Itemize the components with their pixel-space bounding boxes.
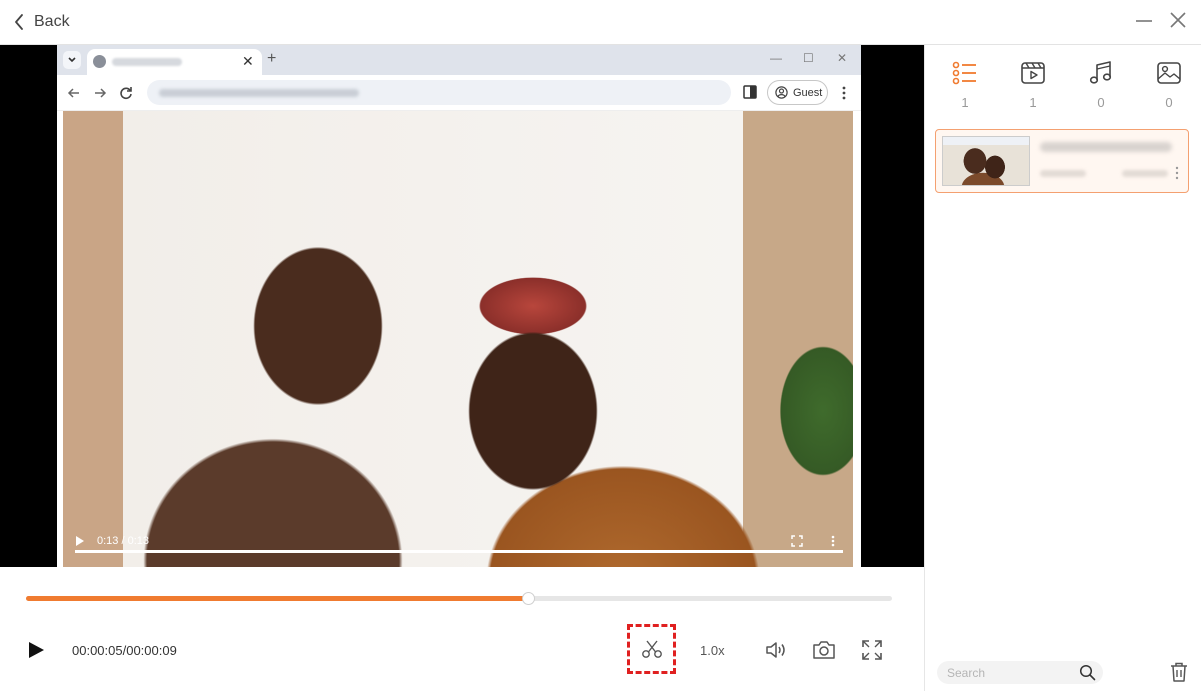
browser-reload-icon — [120, 87, 132, 100]
embedded-play-icon — [76, 536, 84, 546]
side-panel-icon — [743, 85, 757, 99]
embedded-more-icon — [831, 535, 835, 547]
browser-guest-label: Guest — [793, 86, 823, 99]
search-box — [937, 661, 1103, 684]
back-button[interactable]: Back — [14, 10, 70, 34]
browser-forward-icon — [95, 88, 107, 98]
video-viewport[interactable]: ✕ + — ☐ ✕ Guest 0:13 / 0:13 — [0, 45, 924, 567]
media-file-size-blurred — [1122, 170, 1168, 177]
embedded-scrub-bar — [75, 550, 843, 553]
tab-close-icon: ✕ — [242, 53, 254, 69]
play-button[interactable] — [26, 640, 46, 660]
browser-close-icon: ✕ — [837, 51, 848, 65]
category-video-count: 1 — [1029, 95, 1037, 110]
browser-tab-bar: ✕ + — ☐ ✕ — [57, 45, 861, 75]
fullscreen-icon[interactable] — [861, 639, 883, 661]
speed-button[interactable]: 1.0x — [700, 643, 725, 658]
title-bar: Back — [0, 0, 1201, 45]
category-image[interactable]: 0 — [1149, 60, 1189, 115]
embedded-video-controls: 0:13 / 0:13 — [75, 532, 845, 552]
chevron-down-icon — [68, 57, 76, 63]
captured-browser-window: ✕ + — ☐ ✕ Guest 0:13 / 0:13 — [57, 45, 861, 567]
cut-button[interactable] — [627, 624, 676, 674]
list-icon — [952, 61, 976, 85]
search-icon[interactable] — [1079, 664, 1096, 681]
more-vertical-icon[interactable] — [1175, 166, 1179, 180]
browser-address-bar — [147, 80, 731, 105]
browser-tab-title-blurred — [112, 58, 182, 66]
tab-search-button — [63, 51, 81, 69]
globe-icon — [93, 55, 106, 68]
browser-url-blurred — [159, 89, 359, 97]
back-label: Back — [34, 13, 70, 30]
browser-maximize-icon: ☐ — [803, 51, 814, 65]
category-all[interactable]: 1 — [945, 60, 985, 115]
person-icon — [775, 86, 788, 99]
media-file-duration-blurred — [1040, 170, 1086, 177]
search-input[interactable] — [947, 664, 1077, 681]
playback-progress-handle[interactable] — [522, 592, 536, 605]
browser-profile-guest: Guest — [767, 80, 828, 105]
browser-back-icon — [67, 88, 79, 98]
browser-minimize-icon: — — [770, 51, 782, 65]
category-video[interactable]: 1 — [1013, 60, 1053, 115]
category-audio-count: 0 — [1097, 95, 1105, 110]
time-readout: 00:00:05/00:00:09 — [72, 643, 177, 658]
play-icon — [29, 642, 44, 658]
media-file-thumbnail — [942, 136, 1030, 186]
browser-toolbar: Guest — [57, 75, 861, 111]
media-library-panel: 1 1 0 0 — [924, 45, 1201, 691]
new-tab-icon: + — [267, 50, 277, 67]
close-icon[interactable] — [1168, 10, 1188, 30]
app-window: Back ✕ + — ☐ ✕ Guest 0:13 / 0:13 00:00:0… — [0, 0, 1201, 691]
media-file-name-blurred — [1040, 142, 1172, 152]
category-audio[interactable]: 0 — [1081, 60, 1121, 115]
embedded-fullscreen-icon — [791, 535, 803, 547]
trash-icon[interactable] — [1169, 661, 1189, 683]
music-icon — [1089, 61, 1112, 84]
video-frame: 0:13 / 0:13 — [63, 111, 853, 567]
volume-icon[interactable] — [764, 639, 788, 661]
minimize-icon[interactable] — [1134, 10, 1154, 30]
video-icon — [1021, 62, 1045, 84]
embedded-time-label: 0:13 / 0:13 — [97, 535, 149, 547]
camera-icon[interactable] — [812, 639, 836, 661]
playback-progress-fill — [26, 596, 529, 601]
image-icon — [1157, 62, 1181, 84]
browser-menu-icon — [842, 86, 846, 100]
category-image-count: 0 — [1165, 95, 1173, 110]
scissors-icon — [641, 640, 662, 658]
chevron-left-icon — [15, 14, 23, 30]
playback-progress-bar[interactable] — [26, 592, 892, 605]
browser-tab: ✕ — [87, 49, 262, 75]
media-file-item[interactable] — [935, 129, 1189, 193]
category-all-count: 1 — [961, 95, 969, 110]
